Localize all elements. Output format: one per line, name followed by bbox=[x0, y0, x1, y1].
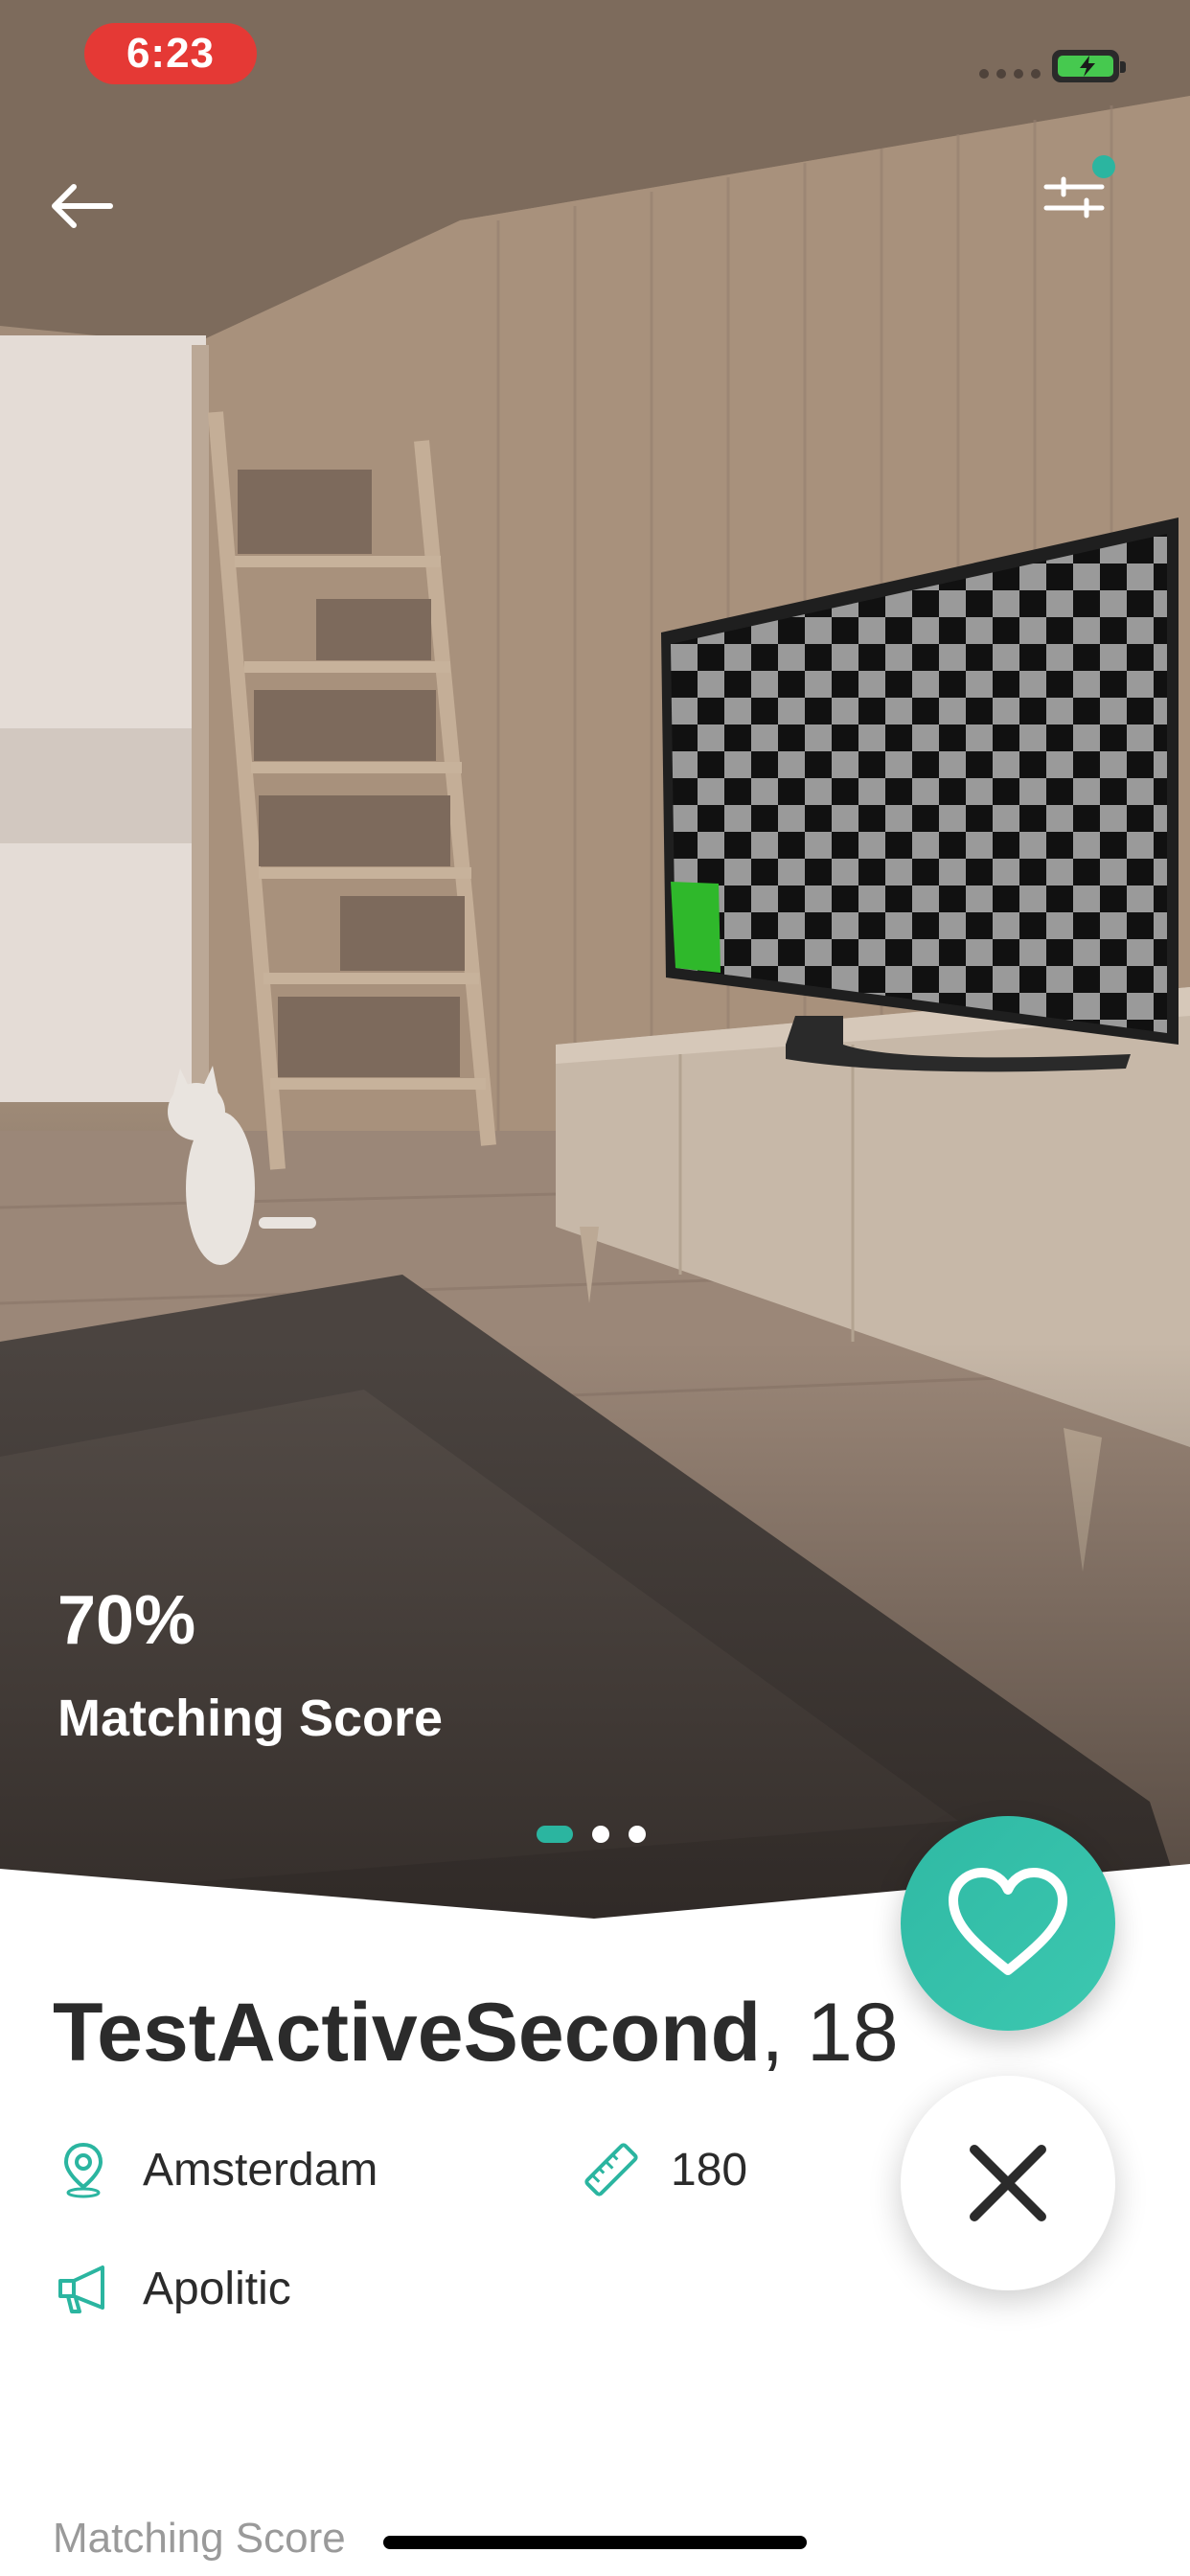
profile-name: TestActiveSecond bbox=[53, 1987, 762, 2079]
pager-dot[interactable] bbox=[629, 1826, 646, 1843]
matching-score-value: 70% bbox=[57, 1582, 196, 1659]
politics-label: Apolitic bbox=[143, 2263, 291, 2314]
profile-city: Amsterdam bbox=[53, 2139, 378, 2200]
filter-badge bbox=[1092, 155, 1115, 178]
close-icon bbox=[970, 2145, 1046, 2221]
pager-dot-active[interactable] bbox=[537, 1826, 573, 1843]
height-label: 180 bbox=[671, 2144, 748, 2196]
profile-politics: Apolitic bbox=[53, 2258, 291, 2319]
photo-pager[interactable] bbox=[537, 1826, 646, 1843]
section-title-matching-score: Matching Score bbox=[53, 2515, 346, 2562]
megaphone-icon bbox=[53, 2258, 114, 2319]
profile-height: 180 bbox=[581, 2139, 747, 2200]
ruler-icon bbox=[581, 2139, 642, 2200]
back-button[interactable] bbox=[38, 168, 125, 244]
city-label: Amsterdam bbox=[143, 2144, 378, 2196]
signal-icon bbox=[979, 69, 1041, 79]
status-bar: 6:23 bbox=[0, 0, 1190, 115]
matching-score-label: Matching Score bbox=[57, 1690, 444, 1747]
pager-dot[interactable] bbox=[592, 1826, 609, 1843]
battery-charging-icon bbox=[1052, 50, 1126, 82]
heart-icon bbox=[949, 1868, 1067, 1975]
profile-name-age: TestActiveSecond, 18 bbox=[53, 1986, 899, 2081]
dismiss-button[interactable] bbox=[901, 2076, 1115, 2290]
arrow-left-icon bbox=[52, 184, 113, 228]
like-button[interactable] bbox=[901, 1816, 1115, 2031]
profile-age: , 18 bbox=[761, 1987, 899, 2079]
home-indicator[interactable] bbox=[383, 2536, 807, 2549]
status-time: 6:23 bbox=[84, 23, 257, 84]
location-pin-icon bbox=[53, 2139, 114, 2200]
